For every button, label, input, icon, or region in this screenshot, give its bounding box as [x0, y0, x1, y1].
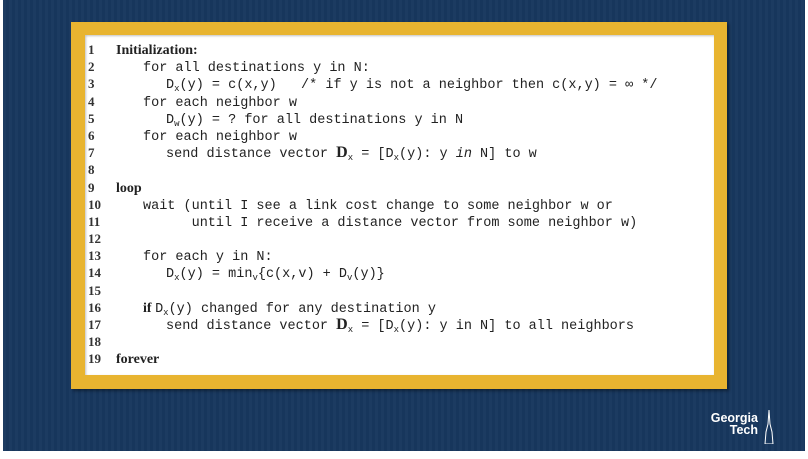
line-number: 8: [88, 162, 95, 178]
code-segment: until I receive a distance vector from s…: [143, 215, 638, 231]
code-segment: D: [336, 144, 348, 162]
code-line: 16 if Dx(y) changed for any destination y: [85, 299, 714, 318]
code-line: 6 for each neighbor w: [85, 127, 714, 145]
pseudocode-listing: 1 Initialization: 2 for all destinations y …: [85, 41, 714, 368]
code-segment: D: [336, 316, 348, 333]
code-segment: D: [166, 267, 175, 283]
code-line: 7 send distance vector Dx = [Dx(y): y in …: [85, 144, 714, 163]
line-number: 4: [88, 93, 95, 109]
code-line: 18: [85, 333, 714, 350]
code-segment: (y): y in N] to all neighbors: [399, 319, 634, 334]
code-segment: (y) = c(x,y) /* if y is not a neighbor t…: [179, 78, 658, 94]
code-line: 13 for each y in N:: [85, 247, 714, 266]
code-panel: 1 Initialization: 2 for all destinations y …: [85, 35, 714, 375]
line-number: 12: [88, 231, 101, 247]
code-segment: D: [155, 301, 164, 317]
code-line: 1 Initialization:: [85, 41, 714, 58]
line-number: 18: [88, 334, 101, 350]
code-line: 11 until I receive a distance vector fro…: [85, 213, 714, 231]
code-line: 17 send distance vector Dx = [Dx(y): y in…: [85, 316, 714, 335]
code-segment: (y)}: [352, 267, 385, 283]
code-line: 19 forever: [85, 350, 714, 367]
code-segment: {c(x,v) + D: [257, 267, 347, 283]
line-number: 14: [88, 265, 101, 281]
code-segment: (y) = min: [179, 267, 253, 283]
tech-tower-icon: [764, 410, 774, 444]
code-line: 12: [85, 230, 714, 247]
code-segment: Initialization:: [116, 43, 198, 58]
code-segment: N] to w: [471, 147, 537, 163]
code-segment: send distance vector: [166, 319, 337, 334]
code-segment: D: [166, 112, 175, 128]
code-line: 10 wait (until I see a link cost change t…: [85, 196, 714, 214]
code-segment: for each y in N:: [143, 250, 273, 266]
line-number: 2: [88, 59, 95, 75]
code-segment: for each neighbor w: [143, 129, 297, 145]
code-segment: for all destinations y in N:: [143, 61, 370, 77]
line-number: 3: [88, 76, 95, 92]
line-number: 6: [88, 127, 95, 143]
line-number: 1: [88, 42, 95, 57]
slide-background: 1 Initialization: 2 for all destinations y …: [3, 0, 805, 451]
georgia-tech-logo: Georgia Tech: [704, 412, 758, 437]
code-segment: send distance vector: [166, 147, 337, 163]
line-number: 17: [88, 317, 101, 332]
line-number: 5: [88, 110, 95, 126]
line-number: 7: [88, 145, 95, 161]
line-number: 9: [88, 179, 95, 195]
code-segment: for each neighbor w: [143, 95, 297, 111]
code-line: 3 Dx(y) = c(x,y) /* if y is not a neighbo…: [85, 75, 714, 94]
code-segment: if: [143, 300, 156, 316]
code-segment: wait (until I see a link cost change to …: [143, 198, 613, 214]
code-segment: D: [166, 78, 175, 94]
code-line: 5 Dw(y) = ? for all destinations y in N: [85, 110, 714, 129]
line-number: 19: [88, 351, 101, 367]
logo-text-line2: Tech: [729, 423, 758, 437]
line-number: 15: [88, 282, 101, 298]
line-number: 10: [88, 196, 101, 212]
code-line: 2 for all destinations y in N:: [85, 58, 714, 77]
code-line: 9 loop: [85, 179, 714, 196]
code-segment: loop: [116, 180, 142, 196]
line-number: 16: [88, 299, 101, 315]
code-text: forever: [116, 350, 159, 368]
code-text: loop: [116, 179, 142, 197]
code-segment: = [D: [353, 319, 394, 334]
code-segment: in: [455, 147, 472, 163]
code-line: 8: [85, 161, 714, 178]
code-line: 14 Dx(y) = minv{c(x,v) + Dv(y)}: [85, 264, 714, 283]
code-line: 4 for each neighbor w: [85, 93, 714, 111]
line-number: 13: [88, 248, 101, 264]
line-number: 11: [88, 213, 101, 229]
code-segment: forever: [116, 352, 160, 368]
code-segment: (y): y: [399, 147, 456, 163]
code-segment: (y) changed for any destination y: [168, 301, 436, 317]
code-segment: (y) = ? for all destinations y in N: [179, 112, 464, 128]
code-segment: = [D: [353, 147, 394, 163]
code-line: 15: [85, 282, 714, 299]
code-text: Initialization:: [116, 41, 198, 59]
